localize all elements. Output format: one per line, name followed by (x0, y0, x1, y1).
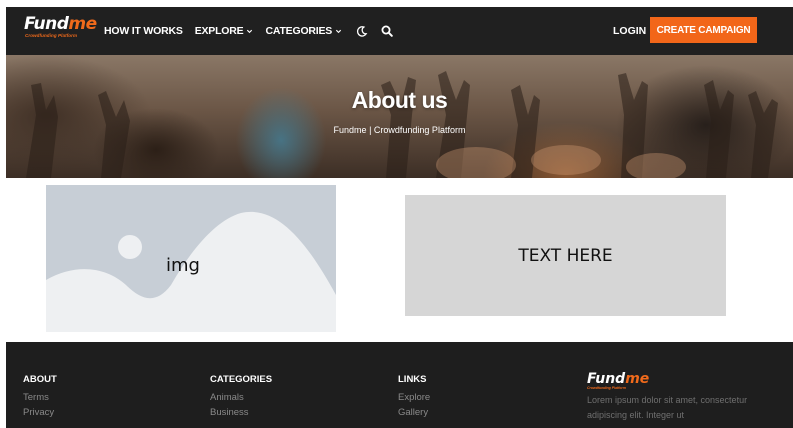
footer-description: Lorem ipsum dolor sit amet, consectetur … (587, 395, 748, 420)
footer-link-animals[interactable]: Animals (210, 390, 272, 405)
site-footer: ABOUT Terms Privacy CATEGORIES Animals B… (6, 342, 793, 428)
chevron-down-icon (247, 29, 253, 33)
footer-logo[interactable]: Fundme (587, 372, 762, 386)
logo-wordmark: Fundme (24, 14, 97, 34)
search-icon (381, 25, 393, 37)
nav-how-it-works[interactable]: HOW IT WORKS (104, 25, 183, 37)
footer-categories-column: CATEGORIES Animals Business (210, 374, 272, 420)
footer-categories-heading: CATEGORIES (210, 374, 273, 385)
dark-mode-toggle[interactable] (354, 24, 368, 38)
site-logo[interactable]: Fundme Crowdfunding Platform (24, 14, 97, 44)
about-hero-banner: About us Fundme | Crowdfunding Platform (6, 55, 793, 178)
top-navbar: Fundme Crowdfunding Platform HOW IT WORK… (6, 7, 793, 55)
image-placeholder-label: img (166, 255, 200, 276)
footer-link-gallery[interactable]: Gallery (398, 405, 430, 420)
crowd-background-image (26, 71, 778, 178)
login-link[interactable]: LOGIN (613, 25, 646, 37)
search-button[interactable] (380, 24, 394, 38)
footer-link-business[interactable]: Business (210, 405, 272, 420)
page-title: About us (351, 87, 448, 113)
footer-about-heading: ABOUT (23, 374, 57, 385)
main-nav: HOW IT WORKS EXPLORE CATEGORIES (104, 7, 394, 55)
footer-link-terms[interactable]: Terms (23, 390, 57, 405)
text-placeholder-box: TEXT HERE (405, 195, 726, 316)
nav-explore-dropdown[interactable]: EXPLORE (195, 25, 254, 37)
image-placeholder: img (46, 185, 336, 332)
footer-link-privacy[interactable]: Privacy (23, 405, 57, 420)
footer-brand-column: Fundme Crowdfunding Platform Lorem ipsum… (587, 372, 762, 423)
footer-links-heading: LINKS (398, 374, 427, 385)
chevron-down-icon (336, 29, 342, 33)
nav-categories-dropdown[interactable]: CATEGORIES (265, 25, 342, 37)
footer-about-column: ABOUT Terms Privacy (23, 374, 57, 420)
create-campaign-button[interactable]: CREATE CAMPAIGN (650, 17, 757, 43)
footer-links-column: LINKS Explore Gallery (398, 374, 430, 420)
text-placeholder-label: TEXT HERE (518, 245, 613, 266)
moon-icon (356, 25, 367, 37)
footer-logo-tagline: Crowdfunding Platform (587, 386, 626, 390)
page-subtitle: Fundme | Crowdfunding Platform (333, 125, 466, 135)
footer-link-explore[interactable]: Explore (398, 390, 430, 405)
